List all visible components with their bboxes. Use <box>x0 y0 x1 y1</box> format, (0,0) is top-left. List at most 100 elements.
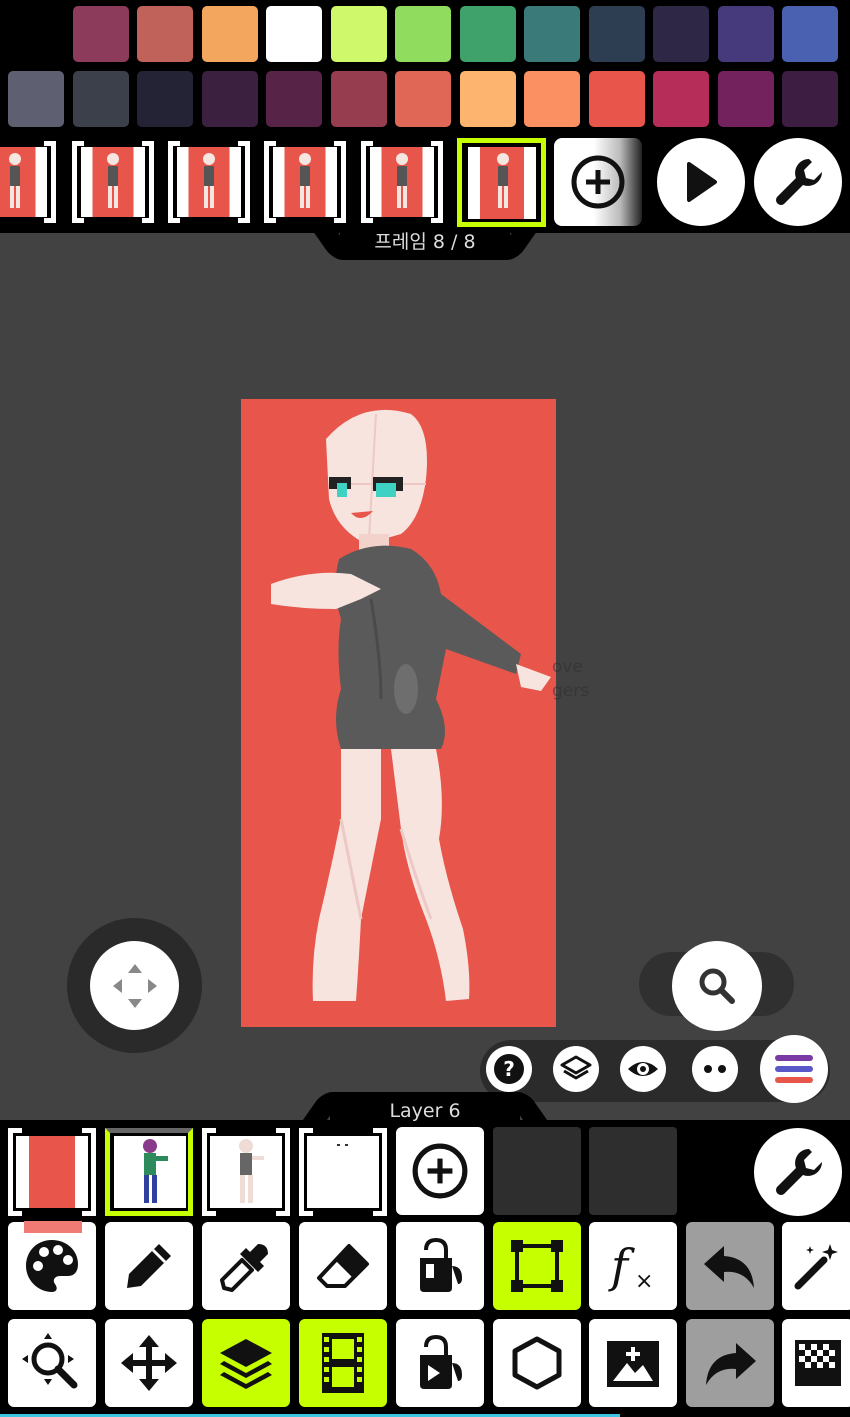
more-button[interactable] <box>692 1046 738 1092</box>
redo-icon <box>706 1343 756 1385</box>
plus-circle-icon <box>412 1143 468 1199</box>
palette-swatch[interactable] <box>8 71 64 127</box>
menu-lines-icon <box>775 1055 813 1083</box>
frame-thumbnail[interactable] <box>72 141 154 223</box>
more-dots-icon <box>704 1065 726 1073</box>
magic-wand-button[interactable] <box>782 1222 850 1310</box>
palette-swatch[interactable] <box>202 6 258 62</box>
palette-swatch[interactable] <box>137 71 193 127</box>
palette-swatch[interactable] <box>524 6 580 62</box>
color-palette <box>0 0 850 135</box>
palette-swatch[interactable] <box>589 71 645 127</box>
select-rect-icon <box>511 1240 563 1292</box>
help-button[interactable]: ? <box>486 1046 532 1092</box>
eyedropper-icon <box>220 1244 268 1292</box>
effects-tool-button[interactable]: f × <box>589 1222 677 1310</box>
palette-swatch[interactable] <box>331 71 387 127</box>
palette-swatch[interactable] <box>8 6 64 62</box>
frame-thumbnail[interactable] <box>168 141 250 223</box>
palette-swatch[interactable] <box>395 6 451 62</box>
frames-tool-button[interactable] <box>299 1319 387 1407</box>
zoom-tool-button[interactable] <box>8 1319 96 1407</box>
palette-swatch[interactable] <box>460 71 516 127</box>
checker-icon <box>795 1340 841 1386</box>
palette-icon <box>26 1240 78 1292</box>
palette-swatch[interactable] <box>202 71 258 127</box>
play-button[interactable] <box>657 138 745 226</box>
character-icon <box>497 153 509 208</box>
eye-icon <box>628 1062 658 1076</box>
character-icon <box>396 153 408 208</box>
import-image-button[interactable] <box>589 1319 677 1407</box>
frame-thumbnail[interactable] <box>361 141 443 223</box>
character-sketch-thumb <box>210 1136 282 1208</box>
palette-swatch[interactable] <box>266 6 322 62</box>
fill-tool-button[interactable] <box>396 1222 484 1310</box>
pixel-editor-app: 프레임 8 / 8 ove gers ? Layer 6 f × <box>0 0 850 1417</box>
frame-counter: 프레임 8 / 8 <box>340 228 510 260</box>
drawing-canvas[interactable] <box>241 399 556 1027</box>
palette-swatch[interactable] <box>782 71 838 127</box>
palette-swatch[interactable] <box>782 6 838 62</box>
palette-swatch[interactable] <box>653 71 709 127</box>
film-icon <box>322 1333 364 1393</box>
character-icon <box>203 153 215 208</box>
palette-swatch[interactable] <box>73 6 129 62</box>
pattern-fill-button[interactable] <box>396 1319 484 1407</box>
empty-layer-slot <box>493 1127 581 1215</box>
image-add-icon <box>607 1341 659 1387</box>
redo-button[interactable] <box>686 1319 774 1407</box>
svg-text:f: f <box>608 1239 635 1293</box>
eyedropper-tool-button[interactable] <box>202 1222 290 1310</box>
zoom-slider-knob[interactable] <box>672 941 762 1031</box>
layers-toggle-button[interactable] <box>553 1046 599 1092</box>
palette-swatch[interactable] <box>395 71 451 127</box>
zoom-tool-icon <box>22 1333 78 1389</box>
layer-name-label: Layer 6 <box>330 1092 520 1122</box>
frame-thumbnail-active[interactable] <box>457 138 546 227</box>
hint-line: gers <box>552 681 590 701</box>
frame-settings-button[interactable] <box>754 138 842 226</box>
visibility-button[interactable] <box>620 1046 666 1092</box>
palette-swatch[interactable] <box>653 6 709 62</box>
tiny-marks-icon <box>337 1144 348 1146</box>
eraser-tool-button[interactable] <box>299 1222 387 1310</box>
palette-swatch[interactable] <box>137 6 193 62</box>
add-frame-button[interactable] <box>554 138 642 226</box>
layer-thumbnail[interactable] <box>8 1128 96 1216</box>
layer-thumbnail-active[interactable] <box>105 1128 193 1216</box>
grid-tool-button[interactable] <box>782 1319 850 1407</box>
palette-swatch[interactable] <box>589 6 645 62</box>
pencil-icon <box>127 1244 171 1288</box>
palette-swatch[interactable] <box>331 6 387 62</box>
palette-swatch[interactable] <box>73 71 129 127</box>
empty-layer-slot <box>589 1127 677 1215</box>
svg-text:×: × <box>635 1269 653 1294</box>
layer-thumbnail[interactable] <box>202 1128 290 1216</box>
pencil-tool-button[interactable] <box>105 1222 193 1310</box>
undo-icon <box>704 1246 754 1288</box>
palette-swatch[interactable] <box>266 71 322 127</box>
main-menu-button[interactable] <box>760 1035 828 1103</box>
undo-button[interactable] <box>686 1222 774 1310</box>
frame-thumbnail[interactable] <box>264 141 346 223</box>
pan-joystick[interactable] <box>90 941 179 1030</box>
character-color-thumb <box>114 1136 186 1208</box>
palette-swatch[interactable] <box>718 6 774 62</box>
add-layer-button[interactable] <box>396 1127 484 1215</box>
frame-thumbnail[interactable] <box>0 141 56 223</box>
move-arrows-icon <box>112 963 157 1008</box>
layer-thumbnail[interactable] <box>299 1128 387 1216</box>
move-tool-button[interactable] <box>105 1319 193 1407</box>
help-icon: ? <box>494 1054 524 1084</box>
shape-tool-button[interactable] <box>493 1319 581 1407</box>
palette-swatch[interactable] <box>460 6 516 62</box>
character-icon <box>9 153 21 208</box>
palette-swatch[interactable] <box>524 71 580 127</box>
layers-tool-button[interactable] <box>202 1319 290 1407</box>
palette-tool-button[interactable] <box>8 1222 96 1310</box>
character-sketch-icon <box>239 1139 264 1203</box>
layer-settings-button[interactable] <box>754 1128 842 1216</box>
palette-swatch[interactable] <box>718 71 774 127</box>
select-tool-button[interactable] <box>493 1222 581 1310</box>
